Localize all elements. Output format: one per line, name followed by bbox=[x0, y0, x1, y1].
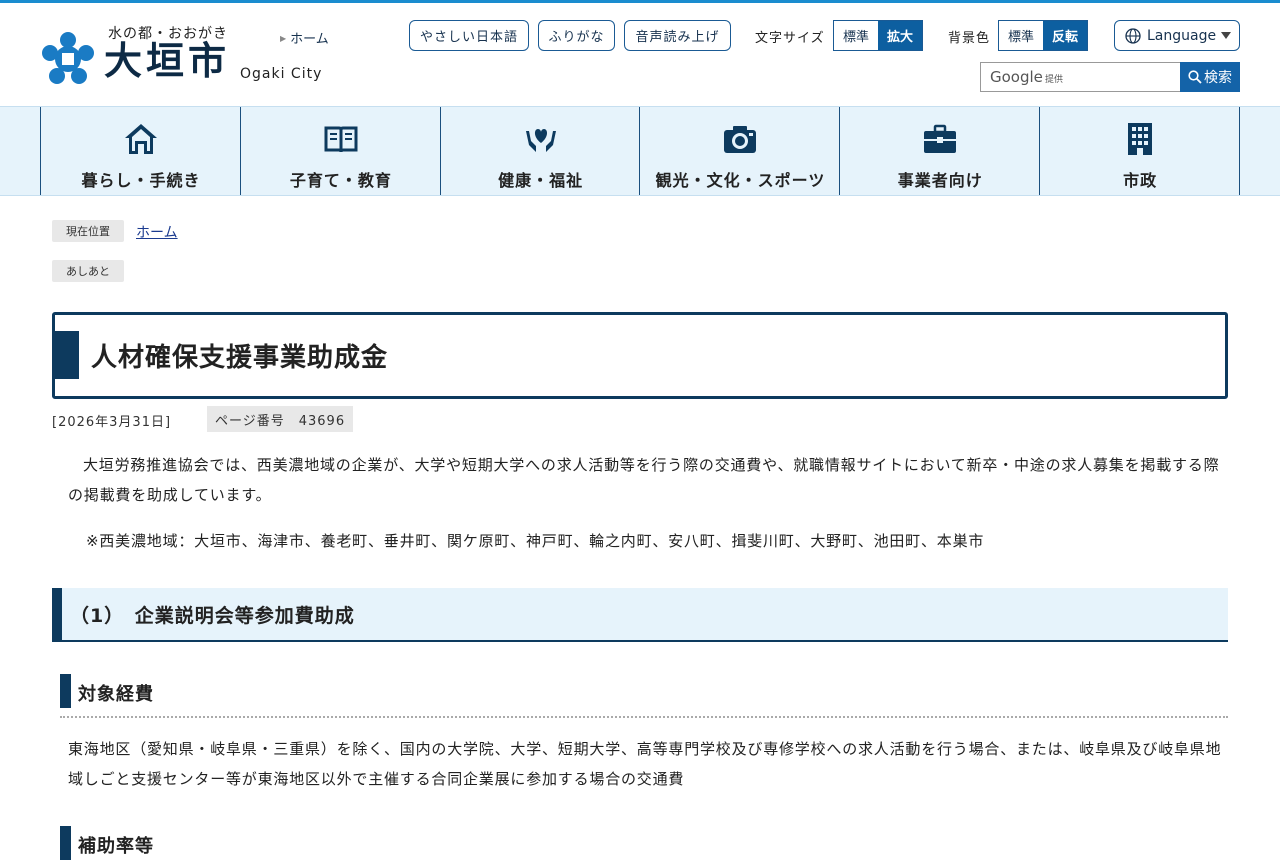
bg-invert-button[interactable]: 反転 bbox=[1043, 21, 1087, 50]
chevron-down-icon bbox=[1221, 32, 1231, 39]
search-input[interactable] bbox=[1071, 65, 1177, 89]
building-icon bbox=[1128, 123, 1153, 155]
nav-item-label: 子育て・教育 bbox=[289, 171, 392, 190]
logo-city-name: 大垣市 bbox=[104, 39, 231, 83]
history-tag: あしあと bbox=[52, 260, 124, 282]
triangle-right-icon: ▶ bbox=[280, 34, 287, 43]
page-title-box: 人材確保支援事業助成金 bbox=[52, 312, 1228, 399]
nav-item-label: 事業者向け bbox=[897, 171, 983, 190]
nav-item-label: 観光・文化・スポーツ bbox=[655, 171, 826, 190]
header-home-link[interactable]: ▶ ホーム bbox=[280, 28, 329, 47]
briefcase-icon bbox=[924, 124, 957, 153]
nav-item-label: 健康・福祉 bbox=[498, 171, 584, 190]
bg-standard-button[interactable]: 標準 bbox=[999, 21, 1043, 50]
current-location-tag: 現在位置 bbox=[52, 220, 124, 242]
subheading-eligible-expenses-text: 対象経費 bbox=[78, 684, 154, 705]
nav-item-health[interactable]: 健康・福祉 bbox=[441, 107, 641, 195]
google-label: Google bbox=[990, 68, 1043, 86]
nav-item-tourism[interactable]: 観光・文化・スポーツ bbox=[640, 107, 841, 195]
hands-heart-icon bbox=[525, 129, 556, 152]
subheading-subsidy-rate: 補助率等 bbox=[60, 826, 1228, 860]
site-header: 水の都・おおがき 大垣市 Ogaki City ▶ ホーム やさしい日本語 ふりが… bbox=[0, 3, 1280, 106]
subheading-accent-bar bbox=[60, 674, 71, 708]
language-label: Language bbox=[1147, 27, 1217, 44]
site-search-box: Google 提供 bbox=[980, 62, 1180, 92]
nav-item-childcare[interactable]: 子育て・教育 bbox=[241, 107, 441, 195]
eligible-expenses-body: 東海地区（愛知県・岐阜県・三重県）を除く、国内の大学院、大学、短期大学、高等専門… bbox=[68, 740, 1222, 788]
city-emblem-icon bbox=[42, 32, 94, 84]
section-heading-1: （1） 企業説明会等参加費助成 bbox=[52, 588, 1228, 642]
section-heading-1-text: （1） 企業説明会等参加費助成 bbox=[70, 605, 355, 627]
search-button-label: 検索 bbox=[1204, 69, 1232, 85]
easy-japanese-button[interactable]: やさしい日本語 bbox=[409, 20, 529, 51]
google-provided-label: 提供 bbox=[1045, 75, 1064, 85]
text-size-large-button[interactable]: 拡大 bbox=[878, 21, 922, 50]
globe-icon bbox=[1125, 27, 1141, 44]
update-date: [2026年3月31日] bbox=[52, 415, 172, 430]
subheading-accent-bar bbox=[60, 826, 71, 860]
furigana-button[interactable]: ふりがな bbox=[538, 20, 615, 51]
book-icon bbox=[324, 126, 358, 153]
header-home-label: ホーム bbox=[290, 32, 329, 47]
text-size-standard-button[interactable]: 標準 bbox=[834, 21, 878, 50]
logo-english-name: Ogaki City bbox=[240, 66, 323, 82]
subheading-eligible-expenses: 対象経費 bbox=[60, 674, 1228, 718]
language-select[interactable]: Language bbox=[1114, 20, 1240, 51]
background-color-label: 背景色 bbox=[948, 31, 991, 46]
home-icon bbox=[125, 124, 157, 154]
page-title: 人材確保支援事業助成金 bbox=[91, 343, 389, 373]
camera-icon bbox=[724, 126, 757, 153]
read-aloud-button[interactable]: 音声読み上げ bbox=[624, 20, 731, 51]
intro-paragraph: 大垣労務推進協会では、西美濃地域の企業が、大学や短期大学への求人活動等を行う際の… bbox=[68, 456, 1220, 504]
search-icon bbox=[1188, 70, 1202, 84]
search-button[interactable]: 検索 bbox=[1180, 62, 1240, 92]
text-size-label: 文字サイズ bbox=[755, 31, 825, 46]
background-color-toggle: 標準 反転 bbox=[998, 20, 1088, 51]
page-number-badge: ページ番号 43696 bbox=[207, 406, 354, 432]
nav-item-living[interactable]: 暮らし・手続き bbox=[41, 107, 241, 195]
nav-item-label: 市政 bbox=[1123, 171, 1158, 190]
breadcrumb-home-link[interactable]: ホーム bbox=[136, 222, 178, 242]
subheading-subsidy-rate-text: 補助率等 bbox=[78, 836, 154, 857]
nav-item-business[interactable]: 事業者向け bbox=[840, 107, 1041, 195]
region-note: ※西美濃地域：大垣市、海津市、養老町、垂井町、関ケ原町、神戸町、輪之内町、安八町… bbox=[86, 532, 985, 550]
text-size-toggle: 標準 拡大 bbox=[833, 20, 923, 51]
title-accent-bar bbox=[55, 331, 79, 379]
nav-item-city-government[interactable]: 市政 bbox=[1040, 107, 1240, 195]
global-navigation: 暮らし・手続き 子育て・教育 健康・福祉 観光・文化・スポーツ 事業者向け 市政 bbox=[0, 106, 1280, 196]
nav-item-label: 暮らし・手続き bbox=[81, 171, 201, 190]
